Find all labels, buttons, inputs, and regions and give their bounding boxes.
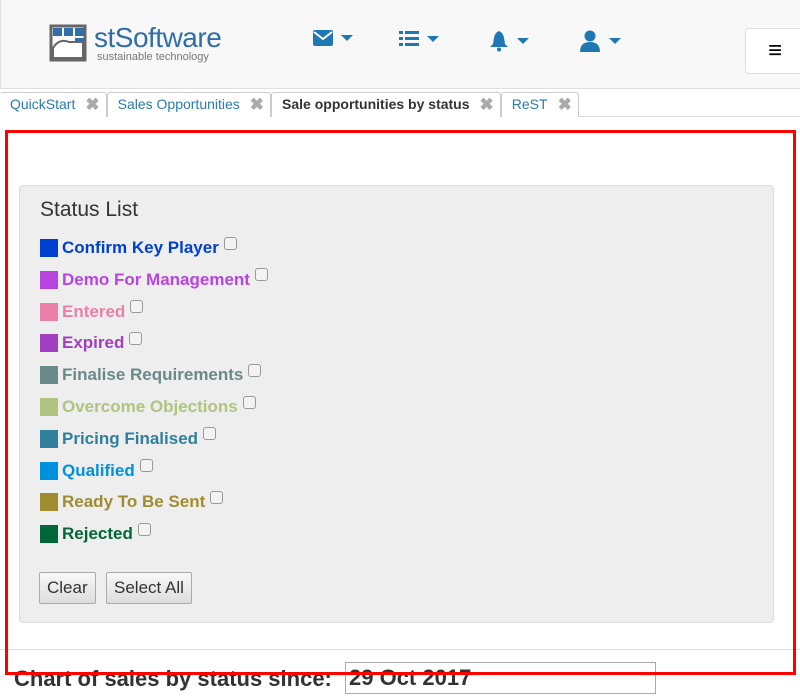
color-swatch	[40, 461, 58, 480]
tab-label: QuickStart	[10, 96, 76, 112]
status-list-title: Status List	[40, 198, 139, 221]
status-item: Rejected	[40, 522, 151, 544]
clear-button[interactable]: Clear	[39, 572, 96, 604]
color-swatch	[40, 302, 58, 321]
status-item: Qualified	[40, 459, 153, 481]
color-swatch	[40, 366, 58, 385]
tab-rest[interactable]: ReST ✖	[500, 92, 579, 117]
hamburger-icon: ≡	[767, 37, 782, 64]
color-swatch	[40, 334, 58, 353]
chevron-down-icon	[427, 36, 439, 42]
list-icon	[399, 31, 419, 46]
status-label: Pricing Finalised	[62, 428, 199, 448]
color-swatch	[40, 398, 58, 416]
divider	[0, 649, 800, 650]
color-swatch	[40, 270, 58, 289]
status-item: Entered	[40, 300, 144, 322]
tab-label: Sales Opportunities	[117, 96, 240, 112]
status-label: Entered	[62, 301, 126, 321]
status-item: Pricing Finalised	[40, 427, 217, 449]
select-all-button[interactable]: Select All	[106, 572, 192, 604]
bell-icon	[490, 31, 508, 52]
tab-label: ReST	[511, 96, 548, 112]
list-menu[interactable]	[399, 30, 439, 48]
tab-sales-opportunities[interactable]: Sales Opportunities ✖	[106, 92, 272, 117]
color-swatch	[40, 525, 58, 544]
tab-sale-opportunities-by-status[interactable]: Sale opportunities by status ✖	[271, 92, 501, 117]
status-checkbox[interactable]	[203, 427, 217, 441]
logo[interactable]: stSoftware sustainable technology	[49, 22, 239, 66]
header: stSoftware sustainable technology ≡	[0, 0, 800, 89]
close-icon[interactable]: ✖	[558, 96, 572, 117]
user-icon	[580, 30, 600, 52]
status-label: Ready To Be Sent	[62, 492, 206, 512]
status-label: Expired	[62, 333, 125, 353]
status-checkbox[interactable]	[130, 300, 144, 314]
tab-bar: QuickStart ✖ Sales Opportunities ✖ Sale op…	[0, 92, 800, 117]
color-swatch	[40, 239, 58, 257]
status-label: Overcome Objections	[62, 397, 238, 416]
status-item: Expired	[40, 331, 143, 353]
status-label: Qualified	[62, 460, 135, 480]
status-checkbox[interactable]	[139, 459, 153, 473]
color-swatch	[40, 429, 58, 448]
notifications-menu[interactable]	[489, 30, 529, 52]
status-checkbox[interactable]	[254, 268, 268, 282]
logo-name: stSoftware	[94, 22, 222, 53]
status-checkbox[interactable]	[129, 331, 143, 345]
hamburger-menu-button[interactable]: ≡	[745, 28, 800, 74]
status-checkbox[interactable]	[210, 490, 224, 504]
chevron-down-icon	[517, 38, 529, 44]
mail-menu[interactable]	[313, 30, 353, 46]
status-label: Confirm Key Player	[62, 238, 219, 257]
chart-heading: Chart of sales by status since:	[14, 666, 332, 691]
chevron-down-icon	[341, 35, 353, 41]
tab-quickstart[interactable]: QuickStart ✖	[0, 92, 107, 117]
user-menu[interactable]	[579, 30, 621, 52]
status-item: Ready To Be Sent	[40, 490, 224, 512]
status-label: Finalise Requirements	[62, 365, 244, 385]
chevron-down-icon	[609, 38, 621, 44]
status-checkbox[interactable]	[242, 395, 256, 409]
since-date-input[interactable]	[345, 662, 656, 694]
tab-label: Sale opportunities by status	[282, 96, 470, 112]
close-icon[interactable]: ✖	[250, 96, 264, 117]
envelope-icon	[313, 30, 333, 46]
status-item: Overcome Objections	[40, 395, 256, 417]
status-checkbox[interactable]	[223, 236, 237, 250]
status-list-panel: Status List Confirm Key Player Demo For M…	[19, 185, 774, 623]
status-label: Demo For Management	[62, 269, 250, 289]
status-item: Finalise Requirements	[40, 363, 262, 385]
status-item: Confirm Key Player	[40, 236, 237, 258]
logo-tagline: sustainable technology	[97, 51, 209, 63]
status-checkbox[interactable]	[248, 363, 262, 377]
close-icon[interactable]: ✖	[480, 96, 494, 117]
logo-icon	[49, 24, 87, 62]
status-checkbox[interactable]	[137, 522, 151, 536]
close-icon[interactable]: ✖	[85, 96, 99, 117]
status-label: Rejected	[62, 524, 133, 544]
color-swatch	[40, 493, 58, 512]
status-item: Demo For Management	[40, 268, 268, 290]
